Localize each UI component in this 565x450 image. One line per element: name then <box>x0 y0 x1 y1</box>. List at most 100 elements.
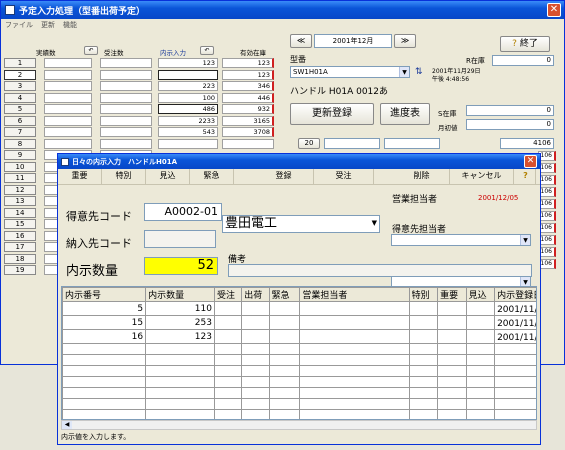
kinkyu-cell[interactable] <box>268 301 301 316</box>
koshin-button[interactable]: 更新登録 <box>290 103 374 125</box>
table-row[interactable]: 16123 2001/11/29 午後 <box>62 329 536 344</box>
empty-cell[interactable] <box>408 376 439 388</box>
kataban-select[interactable]: SW1H01A ▼ <box>290 66 410 78</box>
row-number[interactable]: 18 <box>4 253 36 264</box>
empty-cell[interactable] <box>145 343 215 355</box>
empty-cell[interactable] <box>268 354 301 366</box>
row-number[interactable]: 4 <box>4 92 36 103</box>
empty-cell[interactable] <box>299 365 410 377</box>
naiji-cell[interactable]: 486 <box>158 104 218 114</box>
toolbar-sakujo-button[interactable]: 削除 <box>394 169 450 184</box>
empty-cell[interactable] <box>268 343 301 355</box>
juchu-cell[interactable] <box>213 329 243 344</box>
empty-cell[interactable] <box>241 387 270 399</box>
row-number[interactable]: 2 <box>4 69 36 80</box>
empty-cell[interactable] <box>437 387 467 399</box>
tokubetsu-cell[interactable] <box>408 329 439 344</box>
kinkyu-cell[interactable] <box>268 315 301 330</box>
row-number[interactable]: 5 <box>4 104 36 114</box>
empty-cell[interactable] <box>437 365 467 377</box>
row-number[interactable]: 3 <box>4 81 36 91</box>
table-row[interactable] <box>62 376 536 388</box>
grid-column-header[interactable]: 内示番号 <box>62 287 147 302</box>
empty-cell[interactable] <box>437 409 467 419</box>
table-row[interactable] <box>62 387 536 399</box>
row-number[interactable]: 17 <box>4 242 36 252</box>
empty-cell[interactable] <box>299 398 410 410</box>
empty-cell[interactable] <box>494 409 536 419</box>
juchu-cell[interactable] <box>100 127 152 137</box>
juchu-cell[interactable] <box>100 138 152 149</box>
naiji-cell[interactable] <box>158 138 218 149</box>
empty-cell[interactable] <box>408 354 439 366</box>
empty-cell[interactable] <box>494 387 536 399</box>
grid-column-header[interactable]: 緊急 <box>268 287 301 302</box>
naiji-cell[interactable]: 123 <box>158 58 218 68</box>
empty-cell[interactable] <box>494 398 536 410</box>
empty-cell[interactable] <box>213 365 243 377</box>
empty-cell[interactable] <box>62 409 147 419</box>
naiji-cell[interactable]: 2233 <box>158 115 218 126</box>
empty-cell[interactable] <box>268 365 301 377</box>
empty-cell[interactable] <box>465 365 496 377</box>
empty-cell[interactable] <box>465 387 496 399</box>
row-number[interactable]: 12 <box>4 184 36 195</box>
naiji-cell[interactable]: 543 <box>158 127 218 137</box>
juchu-cell[interactable] <box>213 315 243 330</box>
empty-cell[interactable] <box>268 387 301 399</box>
row-number[interactable]: 9 <box>4 150 36 160</box>
naiji-no-cell[interactable]: 16 <box>62 329 147 344</box>
empty-cell[interactable] <box>494 365 536 377</box>
jisseki-cell[interactable] <box>44 115 92 126</box>
row-number[interactable]: 14 <box>4 207 36 218</box>
help-icon[interactable]: ? <box>516 169 536 184</box>
empty-cell[interactable] <box>241 398 270 410</box>
eigyo-cell[interactable] <box>299 301 410 316</box>
empty-cell[interactable] <box>299 376 410 388</box>
empty-cell[interactable] <box>213 343 243 355</box>
eigyo-select[interactable]: ▼ <box>391 234 531 246</box>
month-field[interactable]: 2001年12月 <box>314 34 392 48</box>
tokuisaki-name-select[interactable]: 豊田電工 ▼ <box>222 215 380 233</box>
empty-cell[interactable] <box>465 343 496 355</box>
jisseki-cell[interactable] <box>44 92 92 103</box>
table-row[interactable] <box>62 409 536 419</box>
table-row[interactable] <box>62 343 536 355</box>
table-row[interactable]: 15253 2001/11/29 午後 <box>62 315 536 330</box>
empty-cell[interactable] <box>241 376 270 388</box>
empty-cell[interactable] <box>465 354 496 366</box>
jisseki-cell[interactable] <box>44 104 92 114</box>
empty-cell[interactable] <box>145 409 215 419</box>
juyo-cell[interactable] <box>437 301 467 316</box>
naiji-grid[interactable]: 内示番号内示数量受注出荷緊急営業担当者特別重要見込内示登録日 5110 2001/… <box>61 286 537 420</box>
grid-column-header[interactable]: 営業担当者 <box>299 287 410 302</box>
naiji-cell[interactable]: 223 <box>158 81 218 91</box>
close-icon[interactable]: ✕ <box>524 155 537 168</box>
juyo-cell[interactable] <box>437 329 467 344</box>
empty-cell[interactable] <box>62 387 147 399</box>
toroku-date-cell[interactable]: 2001/11/29 午後 <box>494 301 536 316</box>
grid-column-header[interactable]: 受注 <box>213 287 243 302</box>
naiji-qty-cell[interactable]: 123 <box>145 329 215 344</box>
table-row[interactable] <box>62 354 536 366</box>
nonyusaki-field[interactable] <box>144 230 216 248</box>
juchu-cell[interactable] <box>213 301 243 316</box>
toolbar-toroku-button[interactable]: 登録 <box>254 169 314 184</box>
jisseki-cell[interactable] <box>44 138 92 149</box>
empty-cell[interactable] <box>408 343 439 355</box>
empty-cell[interactable] <box>408 398 439 410</box>
grid-column-header[interactable]: 重要 <box>437 287 467 302</box>
naiji-qty-cell[interactable]: 110 <box>145 301 215 316</box>
juchu-cell[interactable] <box>100 58 152 68</box>
row-number[interactable]: 7 <box>4 127 36 137</box>
naiji-cell[interactable] <box>158 69 218 80</box>
juchu-cell[interactable] <box>100 115 152 126</box>
jisseki-cell[interactable] <box>44 58 92 68</box>
empty-cell[interactable] <box>437 354 467 366</box>
menu-function[interactable]: 機能 <box>63 20 77 30</box>
empty-cell[interactable] <box>62 398 147 410</box>
eigyo-cell[interactable] <box>299 329 410 344</box>
grid-column-header[interactable]: 内示登録日 <box>494 287 536 302</box>
undo-icon[interactable]: ↶ <box>84 46 98 55</box>
row-number[interactable]: 8 <box>4 138 36 149</box>
